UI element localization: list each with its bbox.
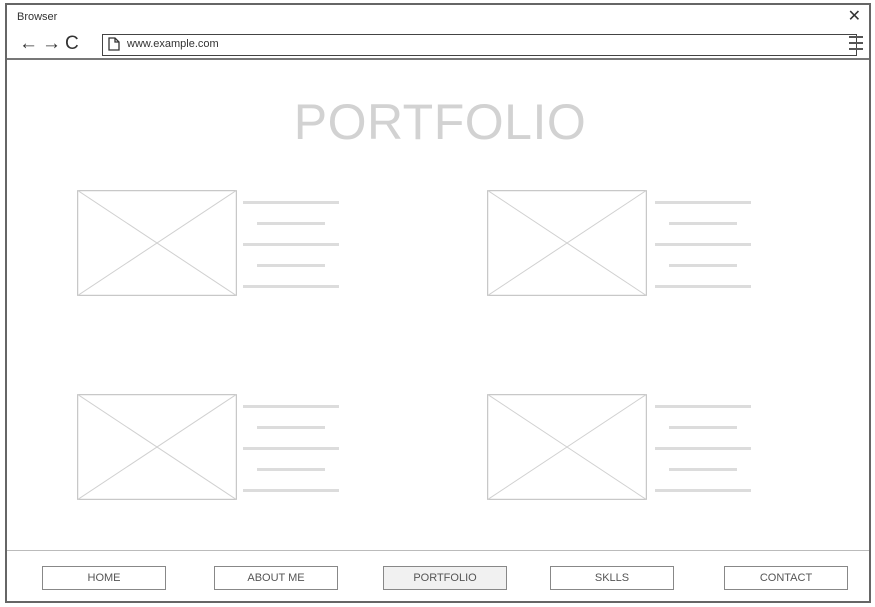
image-placeholder-icon <box>77 190 237 296</box>
text-line <box>257 222 325 225</box>
text-line <box>243 447 339 450</box>
forward-arrow-icon[interactable]: → <box>42 33 61 54</box>
text-line <box>257 264 325 267</box>
text-line <box>655 285 751 288</box>
url-text: www.example.com <box>127 38 219 50</box>
nav-button-portfolio[interactable]: PORTFOLIO <box>383 566 507 590</box>
toolbar-divider <box>7 58 869 60</box>
text-line <box>669 468 737 471</box>
footer-divider <box>7 550 869 551</box>
text-line <box>669 222 737 225</box>
text-line <box>655 243 751 246</box>
window-title: Browser <box>17 11 58 23</box>
nav-button-about-me[interactable]: ABOUT ME <box>214 566 338 590</box>
text-line <box>243 285 339 288</box>
text-line <box>655 447 751 450</box>
page-title: PORTFOLIO <box>293 94 587 150</box>
text-line <box>257 468 325 471</box>
nav-button-home[interactable]: HOME <box>42 566 166 590</box>
image-placeholder-icon <box>487 394 647 500</box>
image-placeholder-icon <box>487 190 647 296</box>
text-line <box>655 201 751 204</box>
nav-button-skills[interactable]: SKLLS <box>550 566 674 590</box>
close-icon[interactable]: ✕ <box>848 9 861 25</box>
text-line <box>243 489 339 492</box>
image-placeholder-icon <box>77 394 237 500</box>
nav-button-contact[interactable]: CONTACT <box>724 566 848 590</box>
text-line <box>243 243 339 246</box>
text-line <box>257 426 325 429</box>
text-line <box>655 489 751 492</box>
text-line <box>655 405 751 408</box>
menu-icon[interactable] <box>849 32 863 50</box>
text-line <box>243 201 339 204</box>
back-arrow-icon[interactable]: ← <box>19 33 38 54</box>
address-bar[interactable]: www.example.com <box>102 34 857 56</box>
text-line <box>669 264 737 267</box>
reload-icon[interactable]: C <box>65 33 79 54</box>
text-line <box>669 426 737 429</box>
text-line <box>243 405 339 408</box>
browser-window: Browser ✕ ← → C www.example.com PORTFOLIO <box>5 3 871 603</box>
browser-nav: ← → C <box>19 34 83 54</box>
document-icon <box>108 37 120 51</box>
